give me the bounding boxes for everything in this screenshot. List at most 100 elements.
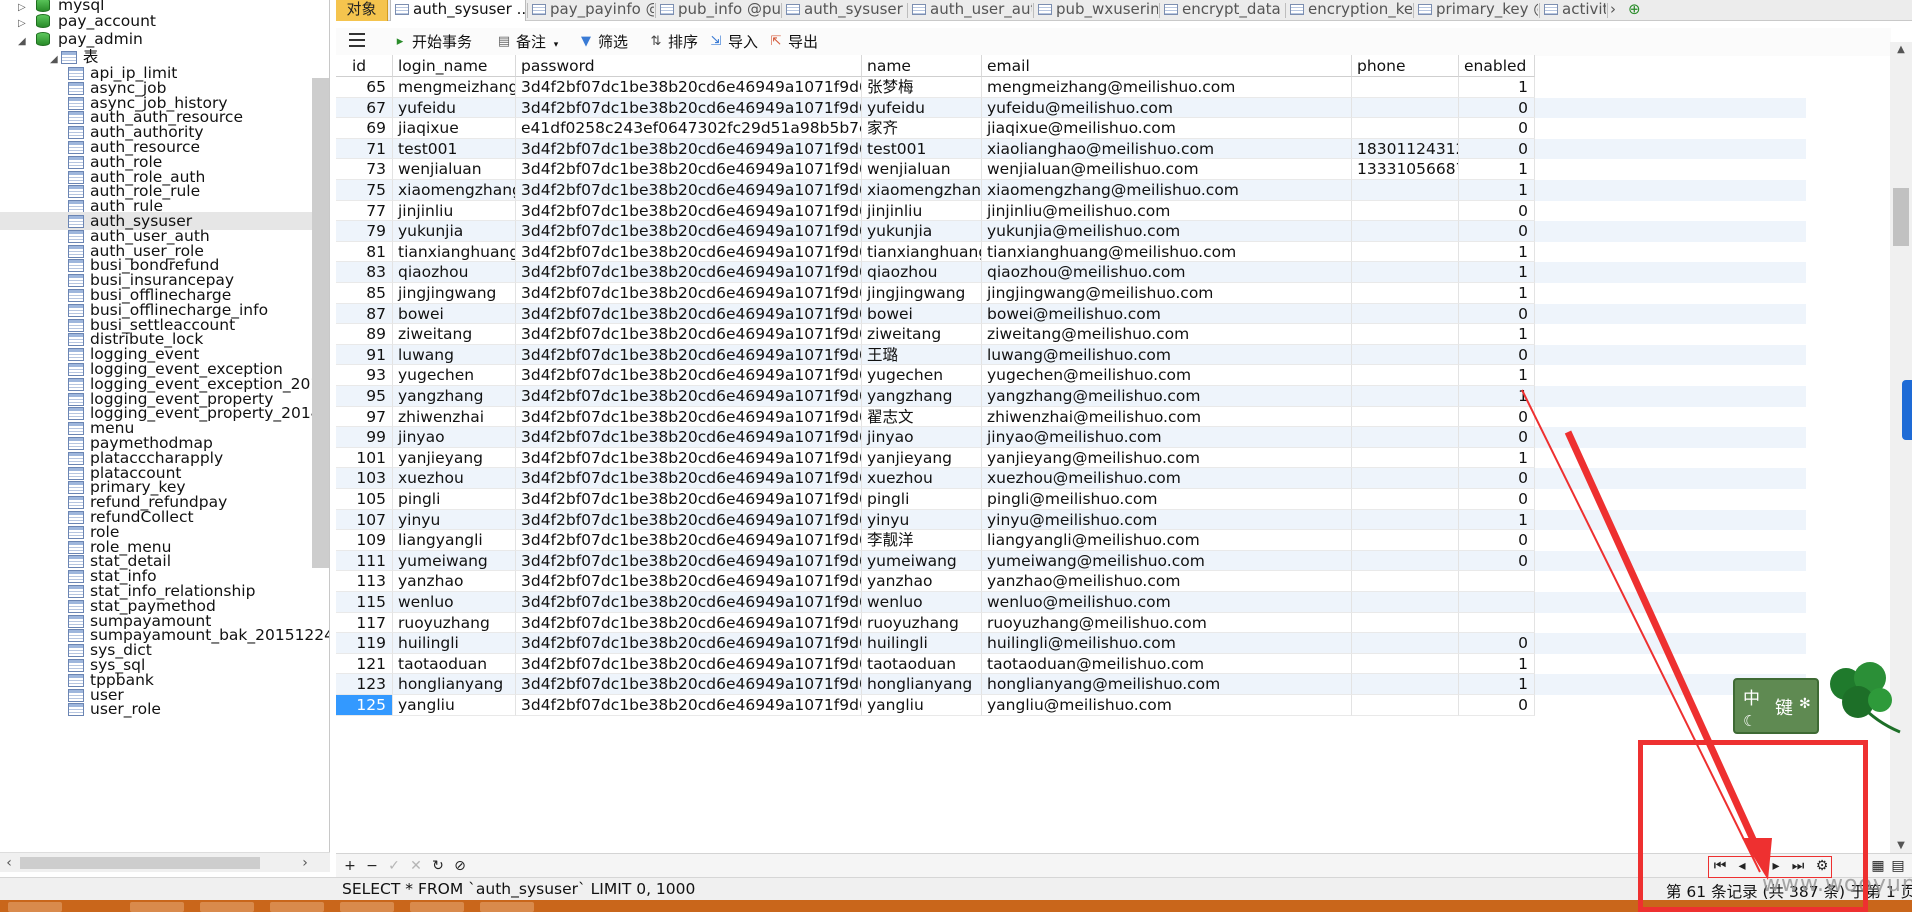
side-panel-handle[interactable] xyxy=(1902,380,1912,440)
cell-name[interactable]: yangliu xyxy=(862,695,982,716)
scroll-left-icon[interactable]: ‹ xyxy=(0,853,18,873)
add-record-icon[interactable]: + xyxy=(340,856,360,876)
cell-name[interactable]: xiaomengzhang xyxy=(862,180,982,201)
cell-id[interactable]: 71 xyxy=(336,138,393,160)
table-row[interactable]: 75 xiaomengzhang 3d4f2bf07dc1be38b20cd6e46… xyxy=(336,180,1806,201)
cell-login_name[interactable]: xuezhou xyxy=(393,468,516,489)
cell-email[interactable]: jiaqixue@meilishuo.com xyxy=(982,118,1352,139)
cell-phone[interactable] xyxy=(1352,303,1459,325)
cell-id[interactable]: 111 xyxy=(336,550,393,572)
cell-login_name[interactable]: yangliu xyxy=(393,695,516,716)
tab-objects[interactable]: 对象 xyxy=(336,0,388,21)
table-row[interactable]: 103 xuezhou 3d4f2bf07dc1be38b20cd6e46949a1… xyxy=(336,468,1806,489)
cell-email[interactable]: xiaolianghao@meilishuo.com xyxy=(982,138,1352,160)
cell-email[interactable]: yanjieyang@meilishuo.com xyxy=(982,447,1352,469)
cell-password[interactable]: 3d4f2bf07dc1be38b20cd6e46949a1071f9d0e3d xyxy=(516,344,862,366)
cell-phone[interactable] xyxy=(1352,592,1459,613)
cell-password[interactable]: 3d4f2bf07dc1be38b20cd6e46949a1071f9d0e3d xyxy=(516,653,862,675)
cell-id[interactable]: 115 xyxy=(336,592,393,613)
cell-id[interactable]: 103 xyxy=(336,468,393,489)
column-header-name[interactable]: name xyxy=(862,55,982,77)
tree-horizontal-scrollbar[interactable]: ‹ › xyxy=(0,852,330,872)
cell-id[interactable]: 73 xyxy=(336,159,393,180)
cell-login_name[interactable]: jiaqixue xyxy=(393,118,516,139)
cell-id[interactable]: 101 xyxy=(336,447,393,469)
tree-scrollbar-thumb[interactable] xyxy=(312,78,329,568)
cell-name[interactable]: yugechen xyxy=(862,365,982,386)
cell-email[interactable]: luwang@meilishuo.com xyxy=(982,344,1352,366)
cell-phone[interactable] xyxy=(1352,509,1459,531)
cell-enabled[interactable]: 0 xyxy=(1459,138,1535,160)
cell-name[interactable]: 李靓洋 xyxy=(862,530,982,551)
cell-email[interactable]: xuezhou@meilishuo.com xyxy=(982,468,1352,489)
cell-name[interactable]: test001 xyxy=(862,138,982,160)
cell-email[interactable]: wenluo@meilishuo.com xyxy=(982,592,1352,613)
refresh-icon[interactable]: ↻ xyxy=(428,856,448,876)
cell-login_name[interactable]: yinyu xyxy=(393,509,516,531)
tree-database-pay_account[interactable]: ▷ pay_account xyxy=(18,12,156,30)
cell-email[interactable]: yanzhao@meilishuo.com xyxy=(982,571,1352,592)
cell-password[interactable]: 3d4f2bf07dc1be38b20cd6e46949a1071f9d0e3d xyxy=(516,489,862,510)
cell-email[interactable]: tianxianghuang@meilishuo.com xyxy=(982,241,1352,263)
cell-name[interactable]: jinjinliu xyxy=(862,200,982,222)
cell-name[interactable]: jinyao xyxy=(862,427,982,448)
cell-password[interactable]: 3d4f2bf07dc1be38b20cd6e46949a1071f9d0e3d xyxy=(516,97,862,119)
scrollbar-thumb[interactable] xyxy=(20,857,260,869)
cell-phone[interactable] xyxy=(1352,97,1459,119)
cell-id[interactable]: 87 xyxy=(336,303,393,325)
cell-email[interactable]: pingli@meilishuo.com xyxy=(982,489,1352,510)
table-row[interactable]: 87 bowei 3d4f2bf07dc1be38b20cd6e46949a1071… xyxy=(336,303,1806,325)
cell-id[interactable]: 105 xyxy=(336,489,393,510)
table-row[interactable]: 111 yumeiwang 3d4f2bf07dc1be38b20cd6e46949… xyxy=(336,550,1806,572)
tab-item[interactable]: encrypt_data ... xyxy=(1160,0,1284,21)
cell-password[interactable]: 3d4f2bf07dc1be38b20cd6e46949a1071f9d0e3d xyxy=(516,468,862,489)
tab-item[interactable]: primary_key @... xyxy=(1414,0,1538,21)
cell-phone[interactable] xyxy=(1352,633,1459,654)
table-row[interactable]: 93 yugechen 3d4f2bf07dc1be38b20cd6e46949a1… xyxy=(336,365,1806,386)
cell-enabled[interactable] xyxy=(1459,612,1535,634)
cell-phone[interactable] xyxy=(1352,427,1459,448)
cell-email[interactable]: jinjinliu@meilishuo.com xyxy=(982,200,1352,222)
cell-login_name[interactable]: jingjingwang xyxy=(393,283,516,304)
cell-email[interactable]: jingjingwang@meilishuo.com xyxy=(982,283,1352,304)
apply-icon[interactable]: ✓ xyxy=(384,856,404,876)
cell-password[interactable]: 3d4f2bf07dc1be38b20cd6e46949a1071f9d0e3d xyxy=(516,159,862,180)
cell-id[interactable]: 91 xyxy=(336,344,393,366)
cell-login_name[interactable]: huilingli xyxy=(393,633,516,654)
cell-enabled[interactable]: 1 xyxy=(1459,324,1535,345)
cell-id[interactable]: 93 xyxy=(336,365,393,386)
table-row[interactable]: 77 jinjinliu 3d4f2bf07dc1be38b20cd6e46949a… xyxy=(336,200,1806,222)
cell-enabled[interactable] xyxy=(1459,592,1535,613)
cell-enabled[interactable]: 1 xyxy=(1459,283,1535,304)
table-row[interactable]: 71 test001 3d4f2bf07dc1be38b20cd6e46949a10… xyxy=(336,138,1806,160)
cell-enabled[interactable]: 0 xyxy=(1459,427,1535,448)
cell-name[interactable]: yanjieyang xyxy=(862,447,982,469)
cell-name[interactable]: wenjialuan xyxy=(862,159,982,180)
cell-email[interactable]: wenjialuan@meilishuo.com xyxy=(982,159,1352,180)
column-header-email[interactable]: email xyxy=(982,55,1352,77)
taskbar-item[interactable] xyxy=(340,902,394,912)
cell-enabled[interactable]: 1 xyxy=(1459,77,1535,98)
cell-password[interactable]: 3d4f2bf07dc1be38b20cd6e46949a1071f9d0e3d xyxy=(516,695,862,716)
cell-email[interactable]: yufeidu@meilishuo.com xyxy=(982,97,1352,119)
taskbar-item[interactable] xyxy=(200,902,254,912)
cell-enabled[interactable]: 1 xyxy=(1459,241,1535,263)
table-row[interactable]: 83 qiaozhou 3d4f2bf07dc1be38b20cd6e46949a1… xyxy=(336,262,1806,283)
tab-item[interactable]: auth_user_auth... xyxy=(908,0,1032,21)
table-row[interactable]: 117 ruoyuzhang 3d4f2bf07dc1be38b20cd6e4694… xyxy=(336,612,1806,634)
table-row[interactable]: 119 huilingli 3d4f2bf07dc1be38b20cd6e46949… xyxy=(336,633,1806,654)
cell-enabled[interactable]: 0 xyxy=(1459,633,1535,654)
cell-id[interactable]: 107 xyxy=(336,509,393,531)
cell-enabled[interactable]: 1 xyxy=(1459,447,1535,469)
cell-enabled[interactable]: 0 xyxy=(1459,695,1535,716)
expanded-arrow-icon[interactable]: ◢ xyxy=(50,54,61,65)
cell-login_name[interactable]: yanzhao xyxy=(393,571,516,592)
cell-password[interactable]: 3d4f2bf07dc1be38b20cd6e46949a1071f9d0e3d xyxy=(516,550,862,572)
cell-email[interactable]: jinyao@meilishuo.com xyxy=(982,427,1352,448)
taskbar-item[interactable] xyxy=(410,902,464,912)
cell-login_name[interactable]: yanjieyang xyxy=(393,447,516,469)
tab-item[interactable]: pub_wxuserinf... xyxy=(1034,0,1158,21)
cell-login_name[interactable]: wenjialuan xyxy=(393,159,516,180)
table-row[interactable]: 73 wenjialuan 3d4f2bf07dc1be38b20cd6e46949… xyxy=(336,159,1806,180)
cell-login_name[interactable]: yugechen xyxy=(393,365,516,386)
